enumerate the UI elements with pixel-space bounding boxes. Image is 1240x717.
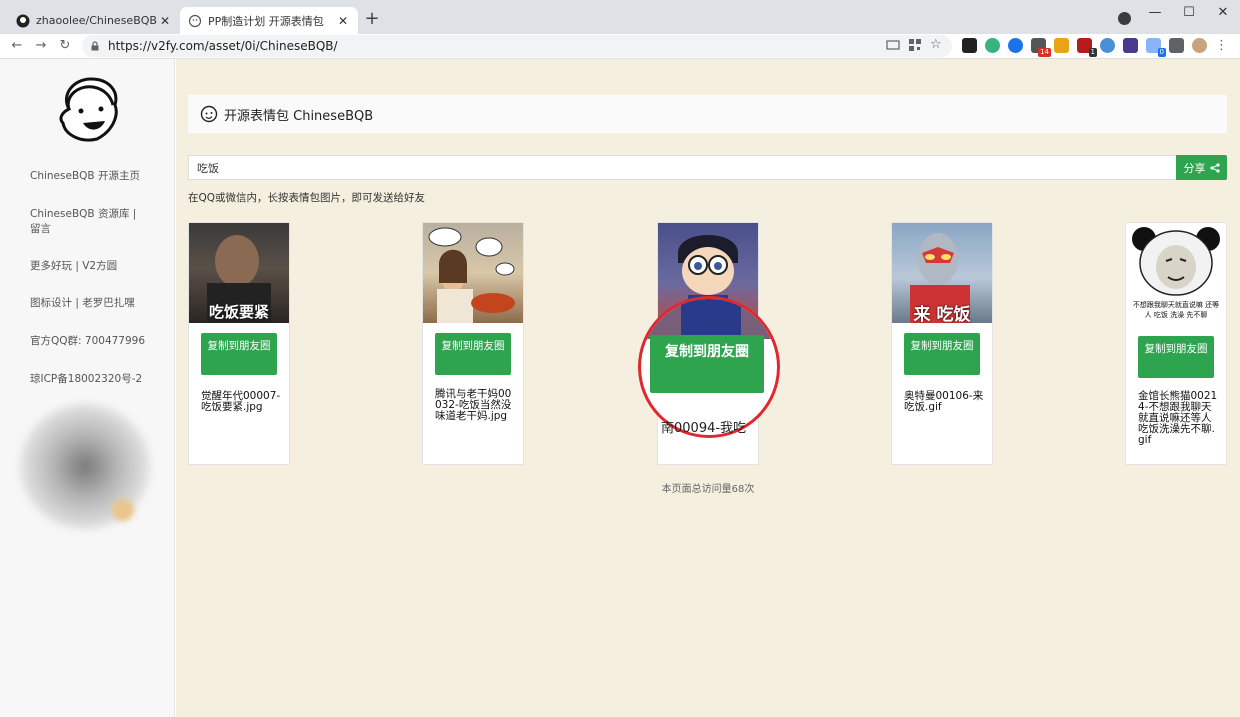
sticker-image[interactable]: 来 吃饭 <box>892 223 992 323</box>
profile-menu-icon[interactable] <box>1118 12 1131 25</box>
copy-to-moments-button-zoomed[interactable]: 复制到朋友圈 <box>650 335 764 393</box>
share-label: 分享 <box>1183 161 1206 175</box>
extension-icon[interactable]: 14 <box>1031 38 1051 57</box>
cast-icon[interactable] <box>886 38 900 52</box>
maximize-icon[interactable]: ☐ <box>1172 0 1206 28</box>
sidebar-link-v2fy[interactable]: 更多好玩 | V2方圆 <box>30 259 148 274</box>
sidebar-link-repository[interactable]: ChineseBQB 资源库 | 留言 <box>30 207 148 237</box>
page-title: 开源表情包 ChineseBQB <box>224 108 374 124</box>
minimize-icon[interactable]: — <box>1138 0 1172 28</box>
extension-icon[interactable] <box>1054 38 1069 53</box>
window-controls: — ☐ ✕ <box>1138 0 1240 28</box>
sidebar-link-homepage[interactable]: ChineseBQB 开源主页 <box>30 169 148 184</box>
extension-icon[interactable] <box>1123 38 1138 53</box>
sticker-filename: 觉醒年代00007-吃饭要紧.jpg <box>201 390 281 413</box>
sticker-card: 复制到朋友圈 腾讯与老干妈00032-吃饭当然没味道老干妈.jpg <box>422 222 524 465</box>
tab-active[interactable]: PP制造计划 开源表情包 ✕ <box>180 7 358 34</box>
usage-hint: 在QQ或微信内，长按表情包图片，即可发送给好友 <box>188 192 426 204</box>
sidebar-link-icp[interactable]: 琼ICP备18002320号-2 <box>30 372 148 387</box>
extension-icon[interactable] <box>1100 38 1115 53</box>
extension-icon[interactable] <box>985 38 1000 53</box>
tab-github[interactable]: zhaoolee/ChineseBQB: cn Chi ✕ <box>8 7 180 34</box>
sidebar-link-qq-group[interactable]: 官方QQ群: 700477996 <box>30 334 148 349</box>
forward-icon[interactable]: → <box>32 37 50 55</box>
copy-to-moments-button[interactable]: 复制到朋友圈 <box>1138 336 1214 378</box>
tab-title: zhaoolee/ChineseBQB: cn Chi <box>36 14 158 27</box>
extension-icon[interactable] <box>1008 38 1023 53</box>
lock-icon <box>91 41 99 51</box>
sticker-card: 来 吃饭 复制到朋友圈 奥特曼00106-来吃饭.gif <box>891 222 993 465</box>
page-header: 开源表情包 ChineseBQB <box>188 95 1227 133</box>
avatar[interactable] <box>1192 38 1207 53</box>
extensions-bar: 14 1 0 ⋮ <box>962 38 1228 57</box>
copy-to-moments-button[interactable]: 复制到朋友圈 <box>904 333 980 375</box>
visit-counter: 本页面总访问量68次 <box>661 484 755 495</box>
sticker-filename: 腾讯与老干妈00032-吃饭当然没味道老干妈.jpg <box>435 388 512 422</box>
qr-code-icon[interactable] <box>908 38 922 52</box>
tab-title: PP制造计划 开源表情包 <box>208 14 324 28</box>
puzzle-icon[interactable] <box>1169 38 1184 53</box>
sticker-caption: 来 吃饭 <box>913 305 971 323</box>
url-text: https://v2fy.com/asset/0i/ChineseBQB/ <box>108 39 338 53</box>
back-icon[interactable]: ← <box>8 37 26 55</box>
sticker-image[interactable]: 不想跟我聊天就直说嘛 还等人 吃饭 洗澡 先不聊 <box>1126 223 1226 323</box>
site-favicon-icon <box>188 14 202 28</box>
blurred-qr-logo <box>112 499 134 521</box>
main-content: 开源表情包 ChineseBQB 分享 在QQ或微信内，长按表情包图片，即可发送… <box>176 59 1240 717</box>
logo-face-icon <box>200 105 218 123</box>
tab-close-icon[interactable]: ✕ <box>336 14 350 28</box>
new-tab-icon[interactable]: + <box>362 9 382 29</box>
extension-icon[interactable]: 1 <box>1077 38 1097 57</box>
tab-close-icon[interactable]: ✕ <box>158 14 172 28</box>
sticker-caption: 吃饭要紧 <box>208 303 269 321</box>
copy-to-moments-button[interactable]: 复制到朋友圈 <box>435 333 511 375</box>
more-menu-icon[interactable]: ⋮ <box>1215 38 1228 53</box>
reload-icon[interactable]: ↻ <box>56 37 74 55</box>
sticker-card: 吃饭要紧 复制到朋友圈 觉醒年代00007-吃饭要紧.jpg <box>188 222 290 465</box>
sidebar: ChineseBQB 开源主页 ChineseBQB 资源库 | 留言 更多好玩… <box>0 59 175 717</box>
logo-icon <box>59 77 118 142</box>
share-button[interactable]: 分享 <box>1176 155 1227 180</box>
sticker-card: 不想跟我聊天就直说嘛 还等人 吃饭 洗澡 先不聊 复制到朋友圈 金馆长熊猫002… <box>1125 222 1227 465</box>
share-icon <box>1209 162 1220 173</box>
browser-toolbar: ← → ↻ https://v2fy.com/asset/0i/ChineseB… <box>0 34 1240 59</box>
sticker-image[interactable]: 吃饭要紧 <box>189 223 289 323</box>
window-close-icon[interactable]: ✕ <box>1206 0 1240 28</box>
browser-tab-bar: zhaoolee/ChineseBQB: cn Chi ✕ PP制造计划 开源表… <box>0 0 1240 34</box>
extension-icon[interactable] <box>962 38 977 53</box>
address-bar[interactable]: https://v2fy.com/asset/0i/ChineseBQB/ ☆ <box>82 35 952 57</box>
search-input[interactable] <box>188 155 1177 180</box>
sticker-filename: 奥特曼00106-来吃饭.gif <box>904 390 984 413</box>
sticker-caption: 不想跟我聊天就直说嘛 还等人 吃饭 洗澡 先不聊 <box>1132 301 1220 319</box>
sidebar-link-icon-design[interactable]: 图标设计 | 老罗巴扎嘿 <box>30 296 148 311</box>
github-icon <box>16 14 30 28</box>
extension-icon[interactable]: 0 <box>1146 38 1166 57</box>
sticker-image[interactable] <box>423 223 523 323</box>
sticker-filename: 金馆长熊猫00214-不想跟我聊天就直说嘛还等人吃饭洗澡先不聊.gif <box>1138 390 1218 446</box>
sticker-filename-zoomed: 南00094-我吃 <box>661 421 747 436</box>
bookmark-star-icon[interactable]: ☆ <box>930 38 944 52</box>
copy-to-moments-button[interactable]: 复制到朋友圈 <box>201 333 277 375</box>
